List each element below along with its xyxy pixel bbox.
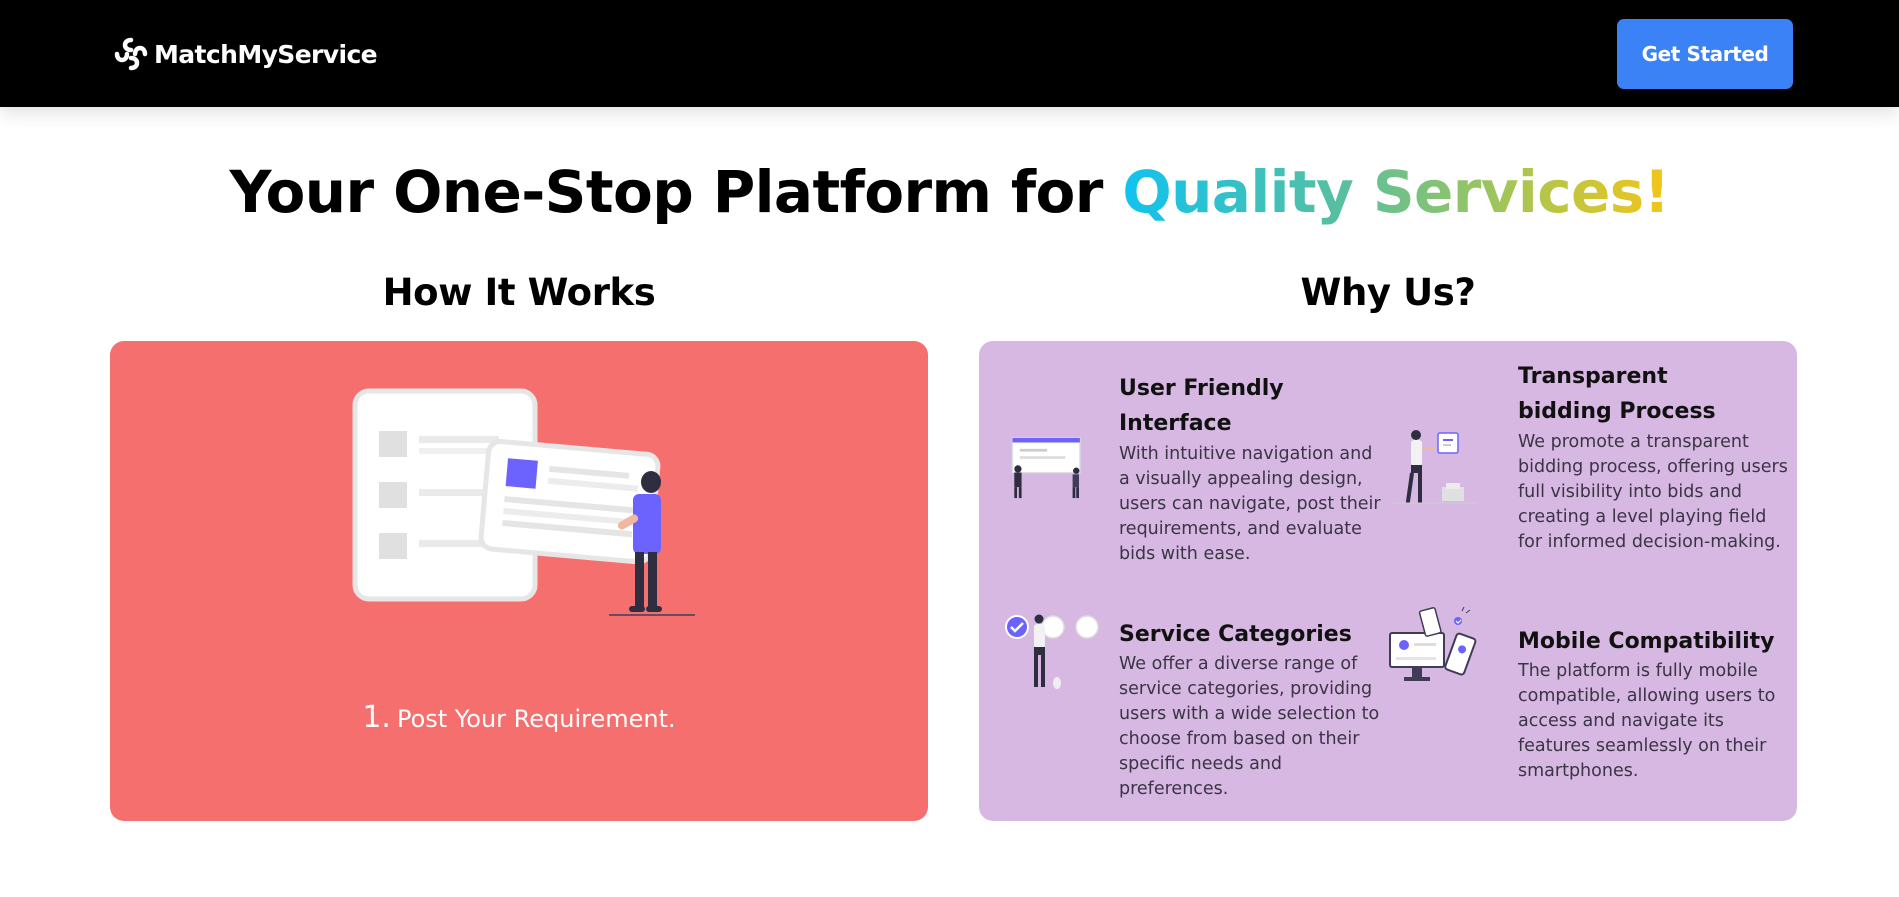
feature-title: Service Categories	[1119, 622, 1352, 647]
get-started-button[interactable]: Get Started	[1617, 19, 1793, 89]
feature-title: Mobile Compatibility	[1518, 629, 1775, 654]
feature-service-categories: Service Categories We offer a diverse ra…	[979, 581, 1388, 821]
hero-title-plain: Your One-Stop Platform for	[229, 158, 1123, 226]
feature-description: With intuitive navigation and a visually…	[1119, 444, 1381, 564]
why-us-card: User Friendly Interface With intuitive n…	[979, 341, 1797, 821]
step-number: 1.	[362, 700, 391, 735]
feature-description: We offer a diverse range of service cate…	[1119, 654, 1380, 799]
bidding-board-icon	[1392, 430, 1476, 504]
why-us-title: Why Us?	[1300, 271, 1476, 314]
category-selection-icon	[1005, 614, 1099, 689]
brand-name: MatchMyService	[154, 39, 378, 69]
feature-title: User Friendly Interface	[1119, 376, 1284, 436]
feature-description: We promote a transparent bidding process…	[1518, 432, 1788, 552]
hero-title: Your One-Stop Platform for Quality Servi…	[0, 151, 1899, 233]
brand-logo-icon	[114, 37, 148, 71]
step-text: Post Your Requirement.	[396, 705, 676, 733]
how-it-works-card: 1. Post Your Requirement.	[110, 341, 928, 821]
feature-user-friendly: User Friendly Interface With intuitive n…	[979, 341, 1388, 581]
how-it-works-title: How It Works	[382, 271, 656, 314]
navbar: MatchMyService Get Started	[0, 0, 1899, 107]
mobile-devices-icon	[1389, 607, 1477, 681]
feature-transparent-bidding: Transparent bidding Process We promote a…	[1388, 341, 1797, 581]
post-requirement-illustration-icon	[352, 388, 695, 616]
presentation-board-icon	[1011, 437, 1081, 499]
feature-description: The platform is fully mobile compatible,…	[1518, 661, 1776, 781]
step-1: 1. Post Your Requirement.	[110, 701, 928, 736]
brand[interactable]: MatchMyService	[113, 34, 378, 74]
feature-title: Transparent bidding Process	[1518, 364, 1716, 424]
hero-title-highlight: Quality Services!	[1122, 158, 1670, 226]
feature-mobile-compatibility: Mobile Compatibility The platform is ful…	[1388, 581, 1797, 821]
